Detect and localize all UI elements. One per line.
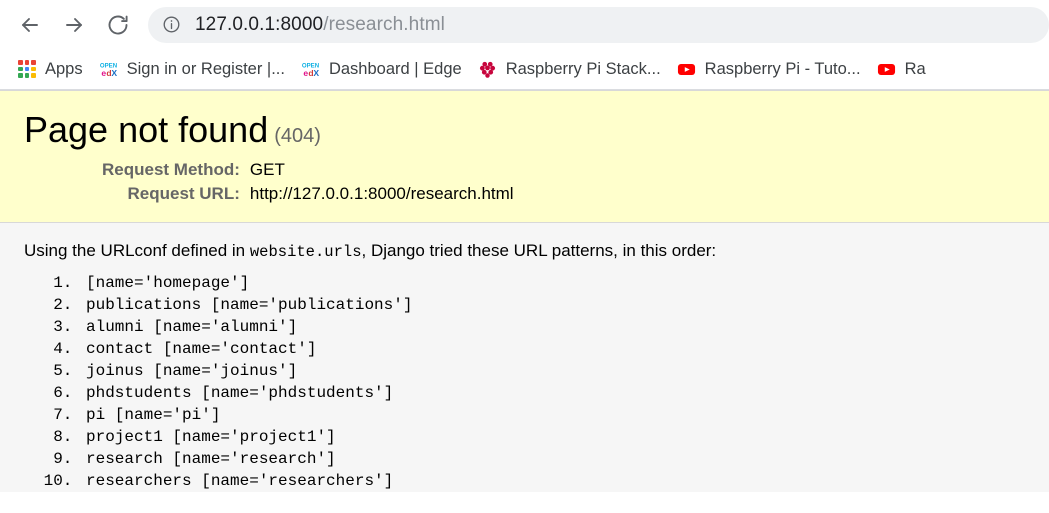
- bookmark-label: Raspberry Pi - Tuto...: [704, 59, 861, 78]
- browser-toolbar: 127.0.0.1:8000/research.html: [0, 0, 1049, 49]
- bookmark-label: Dashboard | Edge: [328, 59, 462, 78]
- openedx-favicon: OPEN e d X: [99, 60, 118, 79]
- urlconf-intro-prefix: Using the URLconf defined in: [24, 241, 246, 261]
- back-button[interactable]: [8, 3, 52, 47]
- forward-arrow-icon: [62, 13, 86, 37]
- svg-text:X: X: [111, 68, 117, 78]
- list-item: publications [name='publications']: [82, 294, 1029, 316]
- address-bar[interactable]: 127.0.0.1:8000/research.html: [148, 6, 1049, 43]
- list-item: alumni [name='alumni']: [82, 316, 1029, 338]
- urlconf-intro: Using the URLconf defined in website.url…: [24, 239, 1029, 264]
- url-path: /research.html: [323, 13, 445, 35]
- table-row: Request URL: http://127.0.0.1:8000/resea…: [102, 182, 514, 206]
- request-url-label: Request URL:: [127, 184, 240, 204]
- request-info-table: Request Method: GET Request URL: http://…: [102, 158, 514, 206]
- bookmark-label: Sign in or Register |...: [126, 59, 285, 78]
- status-code: (404): [274, 125, 321, 147]
- reload-button[interactable]: [96, 3, 140, 47]
- bookmark-label: Raspberry Pi Stack...: [505, 59, 661, 78]
- bookmark-dashboard-edge[interactable]: OPEN e d X Dashboard | Edge: [293, 55, 470, 83]
- reload-icon: [106, 13, 130, 37]
- list-item: research [name='research']: [82, 448, 1029, 470]
- list-item: [name='homepage']: [82, 272, 1029, 294]
- apps-grid-icon: [18, 60, 36, 78]
- bookmark-sign-in-or-register[interactable]: OPEN e d X Sign in or Register |...: [91, 55, 293, 83]
- bookmark-raspberry-pi-partial[interactable]: Ra: [869, 55, 934, 83]
- table-row: Request Method: GET: [102, 158, 514, 182]
- address-bar-url: 127.0.0.1:8000/research.html: [195, 14, 445, 36]
- urlconf-module: website.urls: [249, 243, 362, 262]
- url-patterns-list: [name='homepage'] publications [name='pu…: [24, 272, 1029, 492]
- page-title: Page not found (404): [24, 109, 1029, 150]
- list-item: contact [name='contact']: [82, 338, 1029, 360]
- url-host: 127.0.0.1:8000: [195, 13, 324, 35]
- error-details: Using the URLconf defined in website.url…: [0, 223, 1049, 493]
- raspberry-pi-favicon: [478, 60, 497, 79]
- svg-text:X: X: [313, 68, 319, 78]
- bookmark-label: Apps: [45, 59, 83, 78]
- forward-button[interactable]: [52, 3, 96, 47]
- bookmarks-bar: Apps OPEN e d X Sign in or Register |...…: [0, 49, 1049, 90]
- request-url-value: http://127.0.0.1:8000/research.html: [249, 184, 514, 204]
- page-title-text: Page not found: [24, 109, 269, 150]
- openedx-favicon: OPEN e d X: [301, 60, 320, 79]
- bookmark-raspberry-pi-tutorial[interactable]: Raspberry Pi - Tuto...: [669, 55, 869, 83]
- urlconf-intro-suffix: , Django tried these URL patterns, in th…: [361, 241, 717, 261]
- youtube-favicon: [877, 60, 896, 79]
- django-404-page: Page not found (404) Request Method: GET …: [0, 90, 1049, 493]
- list-item: project1 [name='project1']: [82, 426, 1029, 448]
- site-info-icon[interactable]: [162, 15, 181, 34]
- back-arrow-icon: [18, 13, 42, 37]
- youtube-favicon: [677, 60, 696, 79]
- request-method-label: Request Method:: [102, 160, 240, 180]
- browser-chrome: 127.0.0.1:8000/research.html Apps OPEN e…: [0, 0, 1049, 90]
- list-item: researchers [name='researchers']: [82, 470, 1029, 492]
- bookmark-apps[interactable]: Apps: [10, 55, 91, 83]
- bookmark-label: Ra: [904, 59, 926, 78]
- error-summary: Page not found (404) Request Method: GET …: [0, 90, 1049, 224]
- list-item: joinus [name='joinus']: [82, 360, 1029, 382]
- list-item: pi [name='pi']: [82, 404, 1029, 426]
- request-method-value: GET: [249, 160, 285, 180]
- bookmark-raspberry-pi-stack[interactable]: Raspberry Pi Stack...: [470, 55, 669, 83]
- list-item: phdstudents [name='phdstudents']: [82, 382, 1029, 404]
